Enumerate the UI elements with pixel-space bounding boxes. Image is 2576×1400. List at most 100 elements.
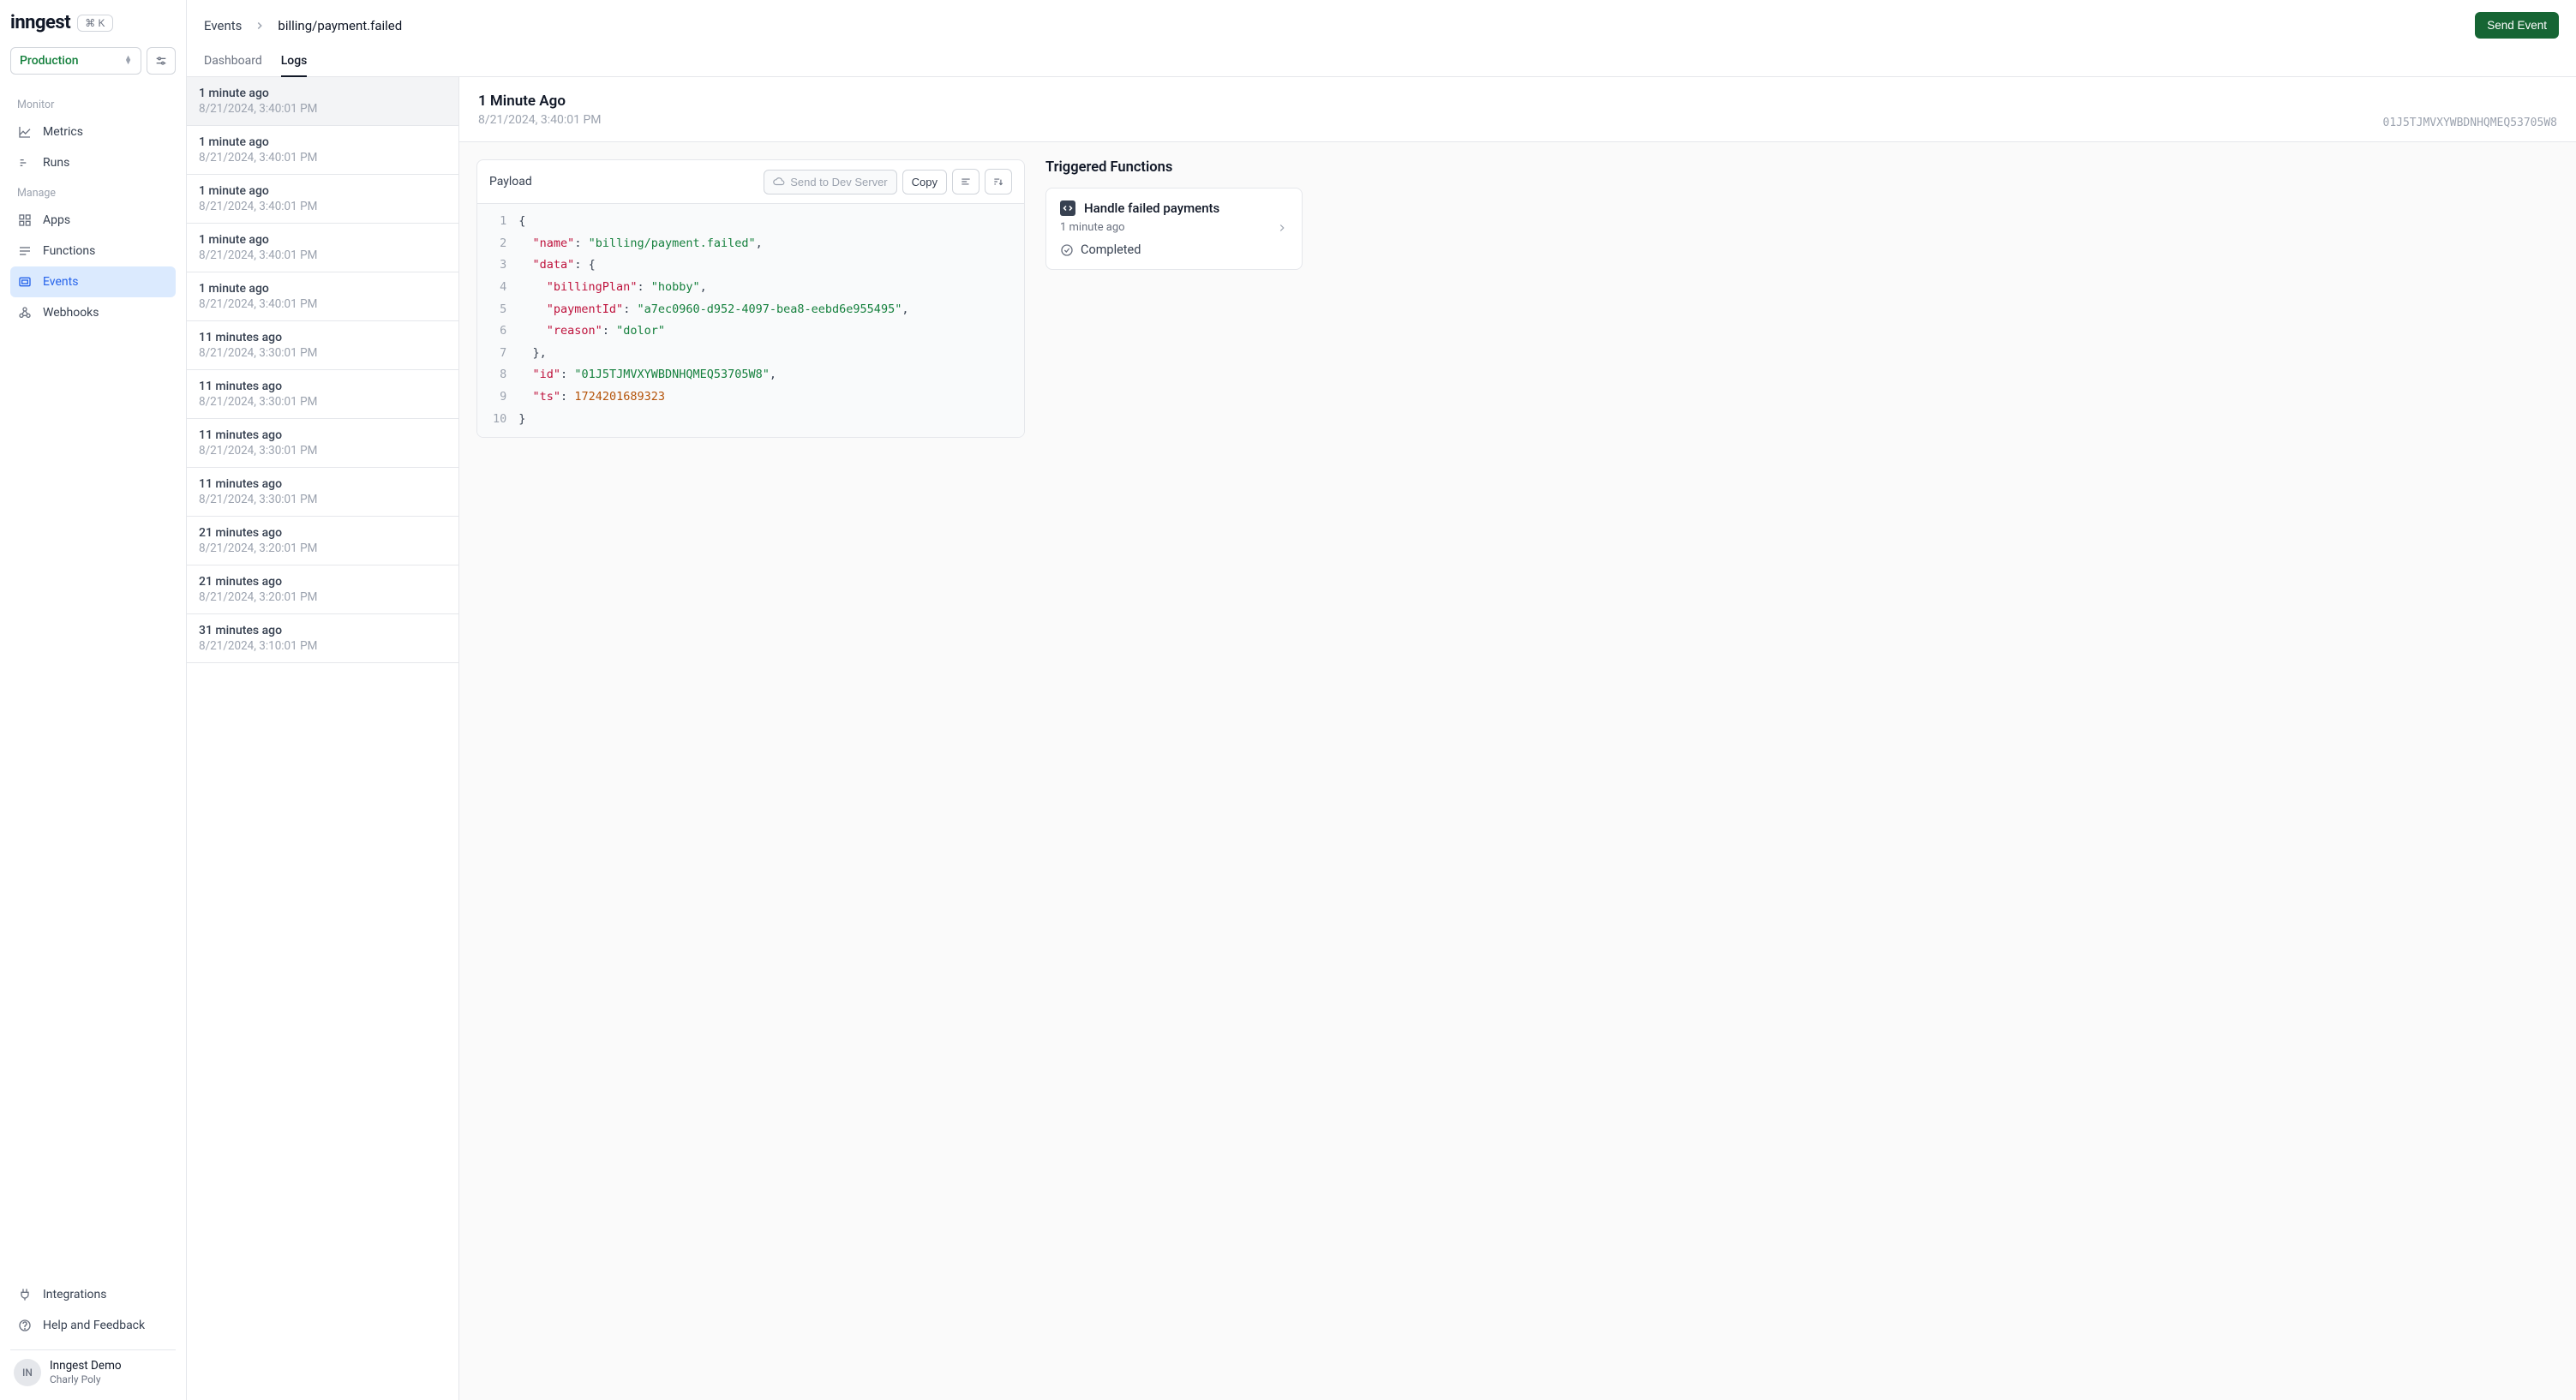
cloud-icon <box>773 176 785 188</box>
main: Events billing/payment.failed Send Event… <box>187 0 2576 1400</box>
log-relative-time: 21 minutes ago <box>199 575 446 589</box>
log-absolute-time: 8/21/2024, 3:30:01 PM <box>199 493 446 506</box>
check-circle-icon <box>1060 243 1074 257</box>
log-absolute-time: 8/21/2024, 3:30:01 PM <box>199 346 446 360</box>
log-absolute-time: 8/21/2024, 3:10:01 PM <box>199 639 446 653</box>
environment-select[interactable]: Production ▲▼ <box>10 47 141 75</box>
log-item[interactable]: 11 minutes ago 8/21/2024, 3:30:01 PM <box>187 321 458 370</box>
log-detail: 1 Minute Ago 8/21/2024, 3:40:01 PM 01J5T… <box>459 77 2576 1400</box>
sidebar-header: inngest ⌘ K <box>10 10 176 35</box>
triggered-panel: Triggered Functions Handle failed paymen… <box>1045 159 1303 1383</box>
sort-button[interactable] <box>985 169 1012 194</box>
sliders-icon <box>154 54 168 68</box>
settings-toggle-button[interactable] <box>147 47 176 75</box>
send-dev-server-button[interactable]: Send to Dev Server <box>764 170 896 194</box>
log-relative-time: 11 minutes ago <box>199 428 446 442</box>
triggered-title: Triggered Functions <box>1045 159 1303 176</box>
detail-subtitle: 8/21/2024, 3:40:01 PM <box>478 113 602 127</box>
detail-header: 1 Minute Ago 8/21/2024, 3:40:01 PM 01J5T… <box>459 77 2576 142</box>
detail-id: 01J5TJMVXYWBDNHQMEQ53705W8 <box>2383 117 2558 129</box>
log-absolute-time: 8/21/2024, 3:40:01 PM <box>199 248 446 262</box>
log-absolute-time: 8/21/2024, 3:40:01 PM <box>199 102 446 116</box>
webhooks-icon <box>17 305 33 320</box>
log-absolute-time: 8/21/2024, 3:40:01 PM <box>199 200 446 213</box>
log-relative-time: 1 minute ago <box>199 282 446 296</box>
log-item[interactable]: 11 minutes ago8/21/2024, 3:30:01 PM <box>187 419 458 468</box>
triggered-function-card[interactable]: Handle failed payments 1 minute ago <box>1045 188 1303 270</box>
breadcrumb-root[interactable]: Events <box>204 18 242 33</box>
log-item[interactable]: 31 minutes ago 8/21/2024, 3:10:01 PM <box>187 614 458 663</box>
tabs: Dashboard Logs <box>187 39 2576 77</box>
apps-icon <box>17 212 33 228</box>
log-relative-time: 1 minute ago <box>199 233 446 247</box>
log-item[interactable]: 21 minutes ago8/21/2024, 3:20:01 PM <box>187 565 458 614</box>
nav-help-label: Help and Feedback <box>43 1319 145 1332</box>
log-relative-time: 21 minutes ago <box>199 526 446 540</box>
log-relative-time: 31 minutes ago <box>199 624 446 637</box>
log-relative-time: 1 minute ago <box>199 87 446 100</box>
send-event-button[interactable]: Send Event <box>2475 12 2559 39</box>
function-time: 1 minute ago <box>1060 221 1125 234</box>
nav-functions-label: Functions <box>43 244 95 258</box>
nav-integrations-label: Integrations <box>43 1288 106 1301</box>
nav-runs-label: Runs <box>43 156 69 170</box>
log-item[interactable]: 1 minute ago8/21/2024, 3:40:01 PM <box>187 126 458 175</box>
log-item[interactable]: 1 minute ago 8/21/2024, 3:40:01 PM <box>187 77 458 126</box>
runs-icon <box>17 155 33 171</box>
log-relative-time: 11 minutes ago <box>199 477 446 491</box>
payload-card: Payload Send to Dev Server Copy <box>476 159 1025 438</box>
nav-events[interactable]: Events <box>10 266 176 297</box>
function-name: Handle failed payments <box>1084 200 1288 216</box>
user-name: Charly Poly <box>50 1373 122 1386</box>
align-left-icon <box>960 176 972 188</box>
log-absolute-time: 8/21/2024, 3:20:01 PM <box>199 590 446 604</box>
nav-webhooks-label: Webhooks <box>43 306 99 320</box>
log-relative-time: 1 minute ago <box>199 184 446 198</box>
avatar: IN <box>14 1359 41 1386</box>
command-shortcut[interactable]: ⌘ K <box>77 15 112 32</box>
breadcrumb-leaf: billing/payment.failed <box>278 18 402 33</box>
log-absolute-time: 8/21/2024, 3:40:01 PM <box>199 297 446 311</box>
functions-icon <box>17 243 33 259</box>
log-relative-time: 11 minutes ago <box>199 331 446 344</box>
nav-integrations[interactable]: Integrations <box>10 1279 176 1310</box>
nav-webhooks[interactable]: Webhooks <box>10 297 176 328</box>
nav-metrics-label: Metrics <box>43 125 83 139</box>
wrap-button[interactable] <box>952 169 979 194</box>
tab-logs[interactable]: Logs <box>281 47 308 76</box>
section-manage-label: Manage <box>10 182 176 205</box>
code-icon <box>1060 200 1075 216</box>
nav-metrics[interactable]: Metrics <box>10 117 176 147</box>
log-item[interactable]: 11 minutes ago 8/21/2024, 3:30:01 PM <box>187 468 458 517</box>
breadcrumb: Events billing/payment.failed <box>204 18 402 33</box>
detail-title: 1 Minute Ago <box>478 93 602 110</box>
chevron-right-icon <box>1276 222 1288 234</box>
copy-button[interactable]: Copy <box>902 170 947 194</box>
log-item[interactable]: 11 minutes ago8/21/2024, 3:30:01 PM <box>187 370 458 419</box>
nav-help[interactable]: Help and Feedback <box>10 1310 176 1341</box>
log-item[interactable]: 1 minute ago8/21/2024, 3:40:01 PM <box>187 272 458 321</box>
section-monitor-label: Monitor <box>10 93 176 117</box>
logs-list[interactable]: 1 minute ago8/21/2024, 3:40:01 PM1 minut… <box>187 77 459 1400</box>
chevron-right-icon <box>254 20 266 32</box>
log-relative-time: 11 minutes ago <box>199 380 446 393</box>
environment-label: Production <box>20 54 79 68</box>
events-icon <box>17 274 33 290</box>
log-item[interactable]: 1 minute ago 8/21/2024, 3:40:01 PM <box>187 175 458 224</box>
chevron-updown-icon: ▲▼ <box>124 57 132 65</box>
payload-title: Payload <box>489 175 532 188</box>
sort-icon <box>992 176 1004 188</box>
payload-code[interactable]: 12345678910 { "name": "billing/payment.f… <box>477 204 1024 437</box>
log-absolute-time: 8/21/2024, 3:20:01 PM <box>199 541 446 555</box>
function-status: Completed <box>1081 242 1141 257</box>
logo: inngest <box>10 12 70 33</box>
log-item[interactable]: 21 minutes ago8/21/2024, 3:20:01 PM <box>187 517 458 565</box>
nav-functions[interactable]: Functions <box>10 236 176 266</box>
tab-dashboard[interactable]: Dashboard <box>204 47 262 76</box>
log-item[interactable]: 1 minute ago8/21/2024, 3:40:01 PM <box>187 224 458 272</box>
user-menu[interactable]: IN Inngest Demo Charly Poly <box>10 1349 176 1390</box>
nav-apps[interactable]: Apps <box>10 205 176 236</box>
log-relative-time: 1 minute ago <box>199 135 446 149</box>
user-org: Inngest Demo <box>50 1359 122 1373</box>
nav-runs[interactable]: Runs <box>10 147 176 178</box>
